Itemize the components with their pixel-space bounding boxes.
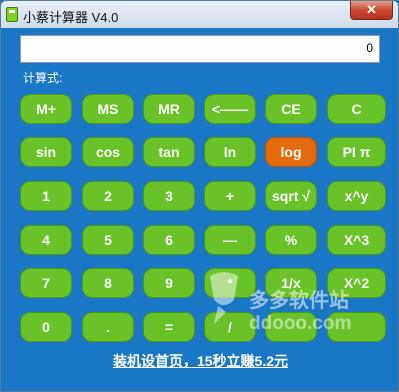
- clear-entry-button[interactable]: CE: [265, 94, 317, 124]
- percent-button[interactable]: %: [265, 225, 317, 255]
- clear-button[interactable]: C: [327, 94, 386, 124]
- tan-button[interactable]: tan: [143, 137, 195, 167]
- display-value: 0: [366, 41, 373, 55]
- cos-button[interactable]: cos: [82, 137, 134, 167]
- digit-3-button[interactable]: 3: [143, 181, 195, 211]
- pi-button[interactable]: PI π: [327, 137, 386, 167]
- promo-link[interactable]: 装机设首页，15秒立赚5.2元: [1, 351, 398, 371]
- digit-7-button[interactable]: 7: [20, 268, 72, 298]
- equals-button[interactable]: =: [143, 312, 195, 342]
- watermark-domain: ddooo.com: [249, 313, 352, 334]
- calculator-window: 小蔡计算器 V4.0 ✕ 0 计算式: M+ MS MR <—— CE C si…: [0, 0, 399, 392]
- digit-9-button[interactable]: 9: [143, 268, 195, 298]
- watermark-site-name: 多多软件站: [249, 290, 349, 312]
- digit-2-button[interactable]: 2: [82, 181, 134, 211]
- cube-button[interactable]: X^3: [327, 225, 386, 255]
- backspace-button[interactable]: <——: [204, 94, 256, 124]
- memory-add-button[interactable]: M+: [20, 94, 72, 124]
- digit-5-button[interactable]: 5: [82, 225, 134, 255]
- memory-recall-button[interactable]: MR: [143, 94, 195, 124]
- digit-0-button[interactable]: 0: [20, 312, 72, 342]
- digit-6-button[interactable]: 6: [143, 225, 195, 255]
- digit-1-button[interactable]: 1: [20, 181, 72, 211]
- expression-label: 计算式:: [23, 71, 63, 85]
- power-button[interactable]: x^y: [327, 181, 386, 211]
- watermark-logo-icon: [210, 272, 238, 324]
- sqrt-button[interactable]: sqrt √: [265, 181, 317, 211]
- memory-store-button[interactable]: MS: [82, 94, 134, 124]
- title-bar: 小蔡计算器 V4.0 ✕: [1, 1, 398, 28]
- result-display: 0: [20, 35, 380, 63]
- digit-4-button[interactable]: 4: [20, 225, 72, 255]
- log-button[interactable]: log: [265, 137, 317, 167]
- close-button[interactable]: ✕: [350, 1, 393, 20]
- window-title: 小蔡计算器 V4.0: [23, 10, 119, 25]
- sin-button[interactable]: sin: [20, 137, 72, 167]
- ln-button[interactable]: ln: [204, 137, 256, 167]
- decimal-button[interactable]: .: [82, 312, 134, 342]
- subtract-button[interactable]: —: [204, 225, 256, 255]
- digit-8-button[interactable]: 8: [82, 268, 134, 298]
- calculator-app-icon: [6, 7, 18, 22]
- add-button[interactable]: +: [204, 181, 256, 211]
